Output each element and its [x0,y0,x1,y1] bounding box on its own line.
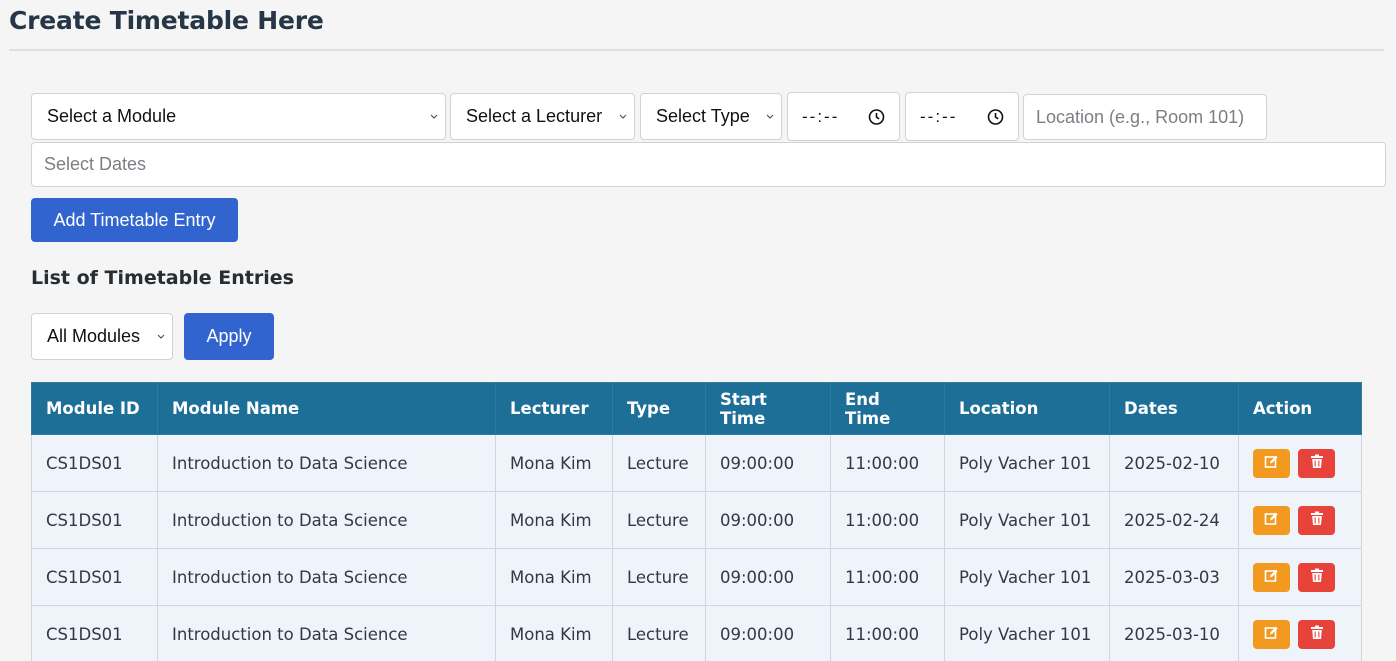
cell-date: 2025-03-03 [1109,548,1239,606]
cell-type: Lecture [612,491,706,549]
column-header: Lecturer [495,382,613,435]
cell-module-name: Introduction to Data Science [157,548,496,606]
cell-location: Poly Vacher 101 [944,491,1110,549]
column-header: Module ID [31,382,158,435]
table-row: CS1DS01 Introduction to Data Science Mon… [31,434,1362,492]
cell-end-time: 11:00:00 [830,605,945,661]
cell-module-id: CS1DS01 [31,605,158,661]
chevron-down-icon [156,331,166,341]
type-select[interactable]: Select Type [640,93,782,140]
delete-button[interactable] [1298,562,1335,592]
lecturer-select-value: Select a Lecturer [466,106,603,126]
cell-action [1238,548,1362,606]
cell-location: Poly Vacher 101 [944,434,1110,492]
cell-end-time: 11:00:00 [830,548,945,606]
title-divider [9,49,1384,51]
cell-action [1238,605,1362,661]
module-filter-value: All Modules [47,326,141,346]
start-time-input[interactable]: --:-- [787,92,900,141]
start-time-value: --:-- [802,106,840,126]
column-header: Location [944,382,1110,435]
edit-button[interactable] [1253,505,1290,535]
cell-module-id: CS1DS01 [31,434,158,492]
chevron-down-icon [618,111,628,121]
column-header: Start Time [705,382,831,435]
chevron-down-icon [765,111,775,121]
timetable-table: Module ID Module Name Lecturer Type Star… [31,382,1362,661]
table-row: CS1DS01 Introduction to Data Science Mon… [31,605,1362,661]
clock-icon[interactable] [868,108,885,125]
column-header: Action [1238,382,1362,435]
edit-icon [1264,511,1279,530]
chevron-down-icon [429,111,439,121]
edit-icon [1264,454,1279,473]
delete-button[interactable] [1298,448,1335,478]
cell-action [1238,434,1362,492]
cell-end-time: 11:00:00 [830,491,945,549]
cell-start-time: 09:00:00 [705,605,831,661]
module-filter-select[interactable]: All Modules [31,313,173,360]
cell-module-name: Introduction to Data Science [157,434,496,492]
cell-type: Lecture [612,605,706,661]
cell-lecturer: Mona Kim [495,491,613,549]
cell-action [1238,491,1362,549]
module-select[interactable]: Select a Module [31,93,446,140]
column-header: Module Name [157,382,496,435]
cell-date: 2025-02-24 [1109,491,1239,549]
column-header: End Time [830,382,945,435]
cell-module-id: CS1DS01 [31,548,158,606]
column-header: Dates [1109,382,1239,435]
delete-button[interactable] [1298,505,1335,535]
end-time-input[interactable]: --:-- [905,92,1019,141]
dates-placeholder: Select Dates [44,154,147,174]
cell-type: Lecture [612,548,706,606]
cell-location: Poly Vacher 101 [944,605,1110,661]
table-row: CS1DS01 Introduction to Data Science Mon… [31,548,1362,606]
cell-module-name: Introduction to Data Science [157,605,496,661]
edit-button[interactable] [1253,562,1290,592]
cell-start-time: 09:00:00 [705,548,831,606]
delete-button[interactable] [1298,619,1335,649]
edit-button[interactable] [1253,619,1290,649]
cell-lecturer: Mona Kim [495,434,613,492]
trash-icon [1310,511,1324,530]
end-time-value: --:-- [920,106,958,126]
trash-icon [1310,625,1324,644]
dates-input[interactable]: Select Dates [31,142,1386,187]
cell-lecturer: Mona Kim [495,548,613,606]
cell-start-time: 09:00:00 [705,491,831,549]
table-header-row: Module ID Module Name Lecturer Type Star… [31,382,1362,435]
cell-lecturer: Mona Kim [495,605,613,661]
lecturer-select[interactable]: Select a Lecturer [450,93,635,140]
cell-type: Lecture [612,434,706,492]
module-select-value: Select a Module [47,106,177,126]
edit-icon [1264,625,1279,644]
column-header: Type [612,382,706,435]
add-timetable-entry-button[interactable]: Add Timetable Entry [31,198,238,242]
cell-location: Poly Vacher 101 [944,548,1110,606]
cell-date: 2025-02-10 [1109,434,1239,492]
clock-icon[interactable] [987,108,1004,125]
cell-module-id: CS1DS01 [31,491,158,549]
edit-icon [1264,568,1279,587]
cell-end-time: 11:00:00 [830,434,945,492]
type-select-value: Select Type [656,106,750,126]
apply-button[interactable]: Apply [184,313,274,360]
location-input[interactable]: Location (e.g., Room 101) [1023,94,1267,140]
page-title: Create Timetable Here [9,6,324,35]
cell-start-time: 09:00:00 [705,434,831,492]
cell-module-name: Introduction to Data Science [157,491,496,549]
table-row: CS1DS01 Introduction to Data Science Mon… [31,491,1362,549]
location-placeholder: Location (e.g., Room 101) [1036,106,1245,127]
edit-button[interactable] [1253,448,1290,478]
cell-date: 2025-03-10 [1109,605,1239,661]
list-title: List of Timetable Entries [31,267,294,289]
trash-icon [1310,568,1324,587]
trash-icon [1310,454,1324,473]
